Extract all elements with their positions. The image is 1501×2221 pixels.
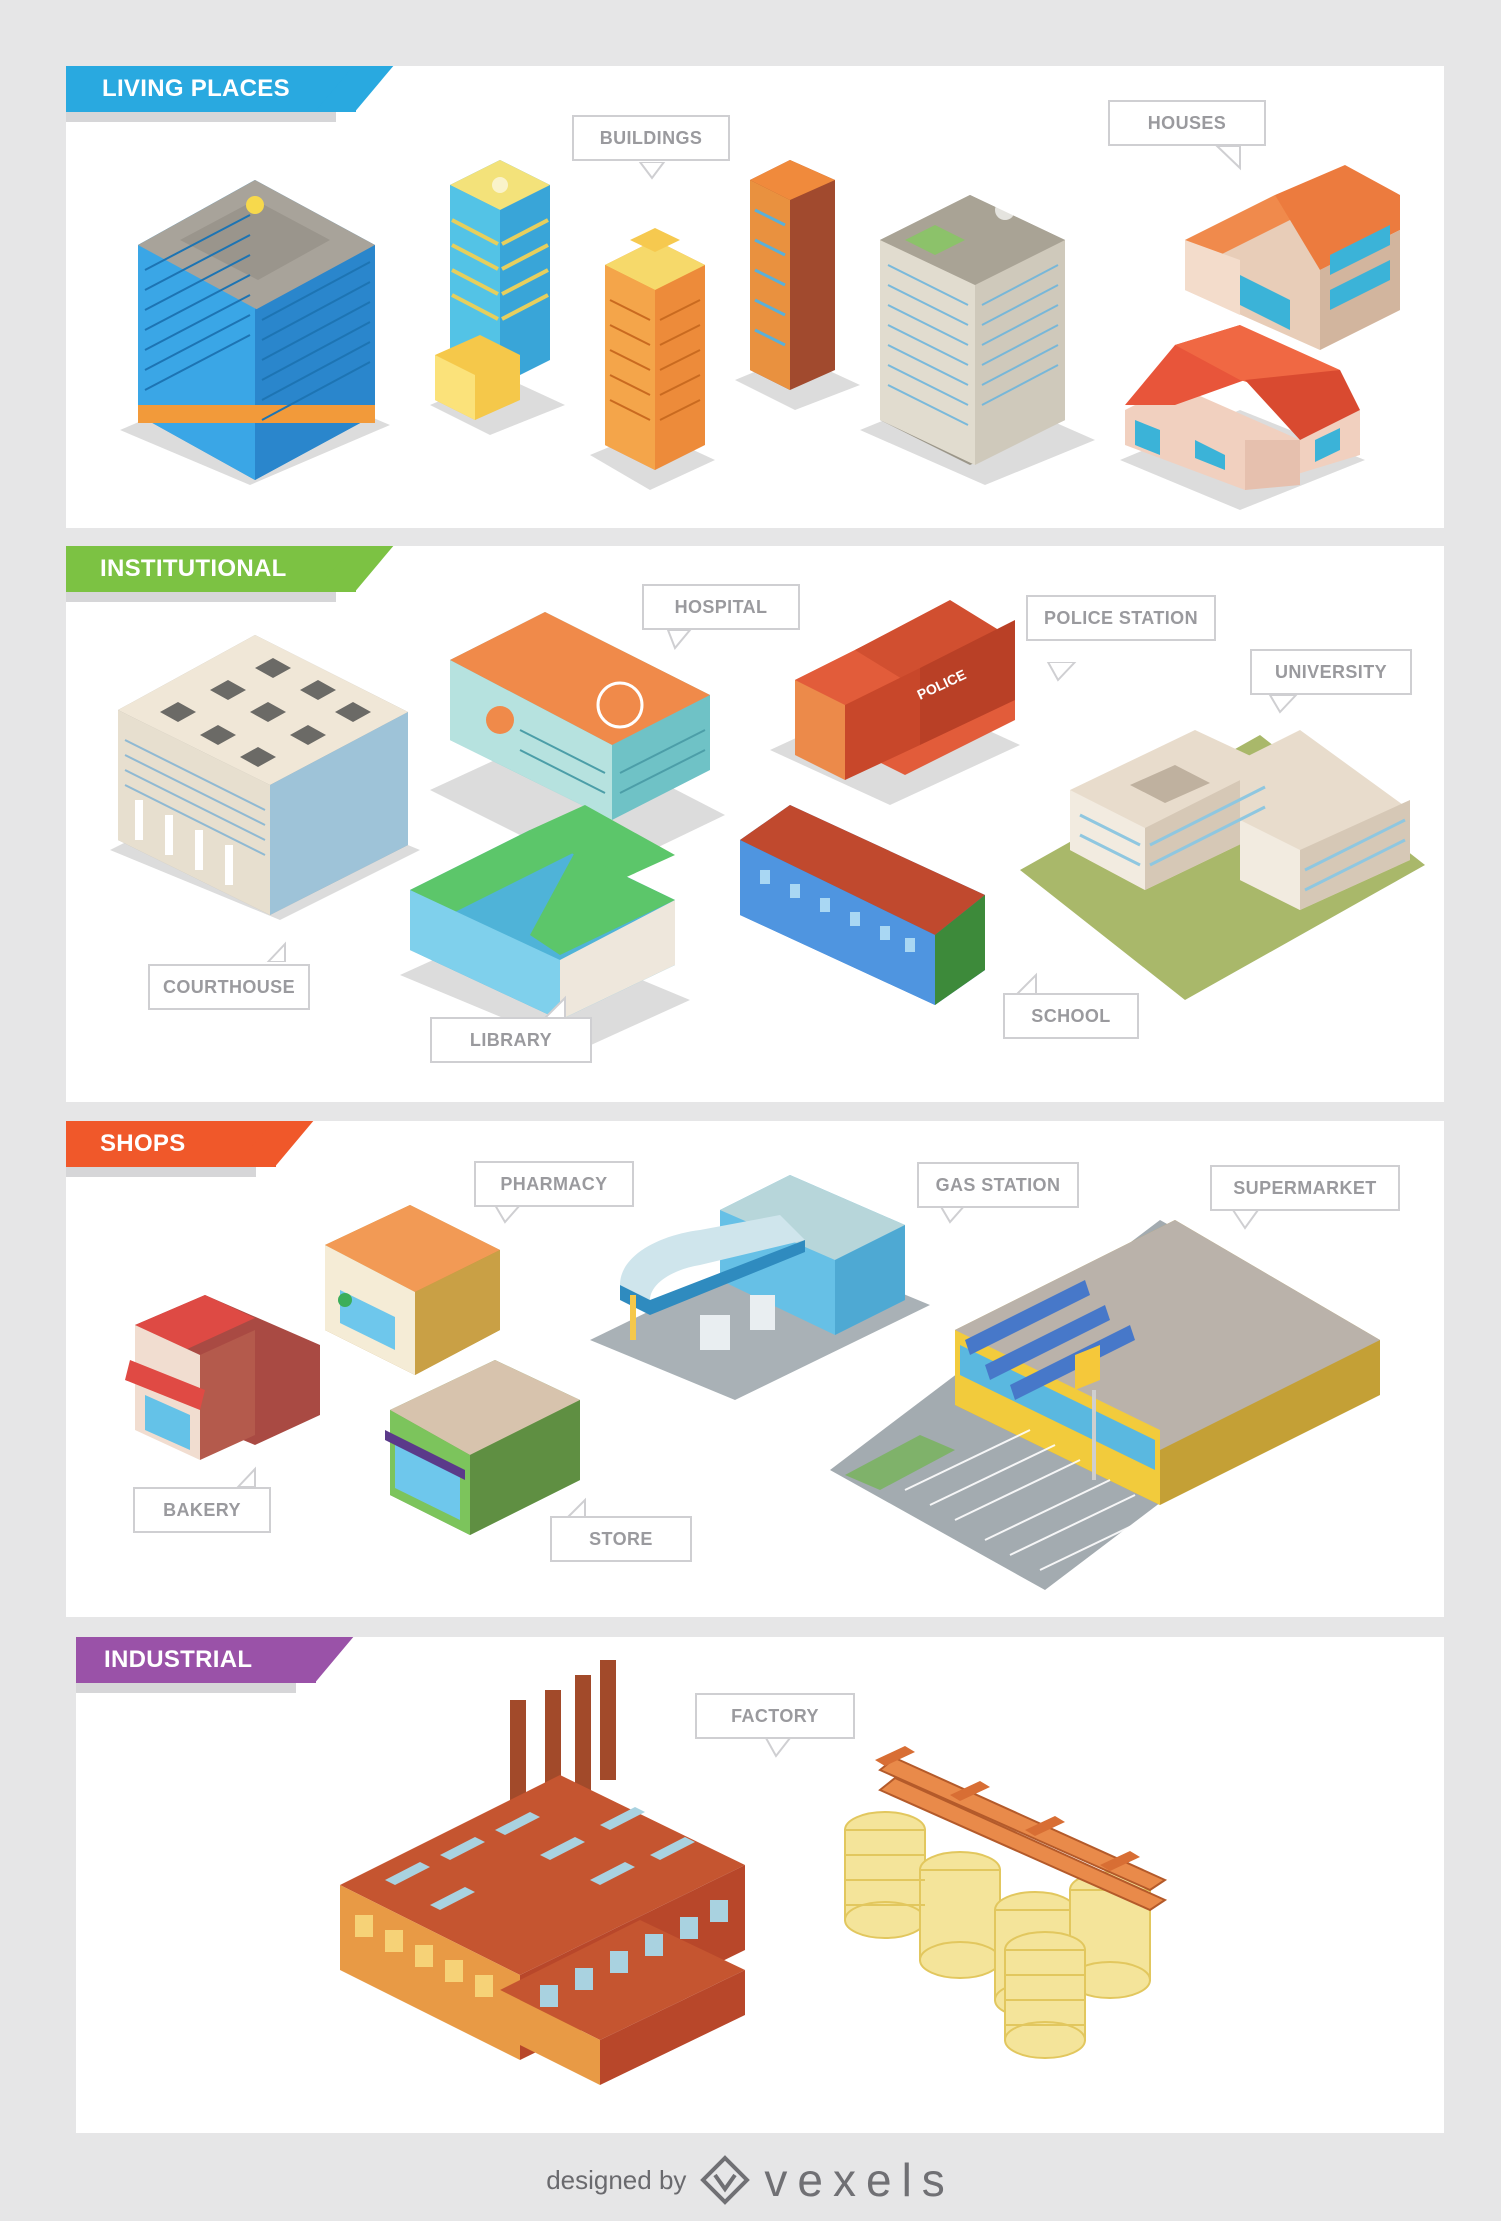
callout-tails bbox=[235, 142, 1299, 1758]
vexels-brand-text: vexels bbox=[764, 2154, 955, 2206]
callout-factory: FACTORY bbox=[695, 1693, 855, 1739]
designed-by-text: designed by bbox=[546, 2164, 687, 2195]
callout-bakery: BAKERY bbox=[133, 1487, 271, 1533]
callout-gas-station: GAS STATION bbox=[917, 1162, 1079, 1208]
callout-hospital: HOSPITAL bbox=[642, 584, 800, 630]
vexels-logo-icon bbox=[700, 2155, 751, 2205]
callout-houses: HOUSES bbox=[1108, 100, 1266, 146]
footer-credit: designed by vexels bbox=[0, 2150, 1501, 2210]
callout-store: STORE bbox=[550, 1516, 692, 1562]
callout-police-station: POLICE STATION bbox=[1026, 595, 1216, 641]
callout-library: LIBRARY bbox=[430, 1017, 592, 1063]
callout-courthouse: COURTHOUSE bbox=[148, 964, 310, 1010]
callout-supermarket: SUPERMARKET bbox=[1210, 1165, 1400, 1211]
callout-school: SCHOOL bbox=[1003, 993, 1139, 1039]
callout-buildings: BUILDINGS bbox=[572, 115, 730, 161]
callout-pharmacy: PHARMACY bbox=[474, 1161, 634, 1207]
callout-university: UNIVERSITY bbox=[1250, 649, 1412, 695]
